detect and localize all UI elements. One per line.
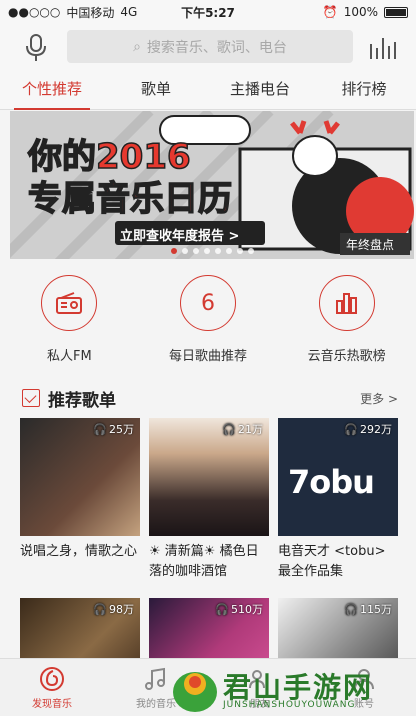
top-bar: ⌕ 搜索音乐、歌词、电台 (0, 24, 416, 70)
playlist-card[interactable]: 🎧 25万 说唱之身，情歌之心 (20, 418, 140, 582)
now-playing-icon[interactable] (368, 36, 396, 60)
microphone-icon[interactable] (22, 32, 50, 64)
battery-icon (384, 6, 408, 18)
playlist-cover: 🎧 21万 (149, 418, 269, 536)
daily-songs-entry[interactable]: 6 每日歌曲推荐 (139, 260, 278, 370)
checklist-icon (22, 389, 40, 407)
private-fm-entry[interactable]: 私人FM (0, 260, 139, 370)
headphones-icon: 🎧 (344, 422, 358, 436)
playlist-title: 说唱之身，情歌之心 (20, 544, 138, 559)
banner-title-2: 专属音乐日历 (27, 178, 233, 220)
search-input[interactable]: ⌕ 搜索音乐、歌词、电台 (67, 30, 353, 63)
netease-logo-icon (40, 666, 64, 691)
network-label: 4G (120, 5, 138, 19)
quick-label: 云音乐热歌榜 (307, 349, 386, 364)
tab-bar: 个性推荐 歌单 主播电台 排行榜 (0, 70, 416, 110)
playlist-cover: 🎧 292万 7obu (278, 418, 398, 536)
nav-label: 发现音乐 (32, 698, 72, 710)
battery-percent: 100% (343, 5, 378, 19)
headphones-icon: 🎧 (222, 422, 236, 436)
play-count: 🎧 25万 (93, 422, 134, 437)
tab-radio[interactable]: 主播电台 (208, 70, 312, 109)
play-count: 🎧 21万 (222, 422, 263, 437)
section-header: 推荐歌单 更多 > (0, 382, 416, 414)
banner-pager[interactable] (10, 248, 414, 254)
chart-bars-icon (318, 275, 375, 331)
quick-entries: 私人FM 6 每日歌曲推荐 云音乐热歌榜 (0, 260, 416, 370)
status-bar: ●●○○○ 中国移动 4G 下午5:27 ⏰ 100% (0, 0, 416, 24)
quick-label: 私人FM (46, 349, 92, 364)
hot-chart-entry[interactable]: 云音乐热歌榜 (277, 260, 416, 370)
radio-icon (41, 275, 98, 331)
watermark: 君山手游网 JUNSHANSHOUYOUWANG (165, 662, 415, 716)
signal-icon: ●●○○○ (8, 5, 61, 19)
playlist-card[interactable]: 🎧 292万 7obu 电音天才 <tobu> 最全作品集 (278, 418, 398, 582)
headphones-icon: 🎧 (93, 422, 107, 436)
banner[interactable]: 你的2016 专属音乐日历 立即查收年度报告 > 年终盘点 (10, 111, 414, 259)
carrier-label: 中国移动 (66, 5, 115, 20)
search-placeholder: 搜索音乐、歌词、电台 (146, 39, 287, 56)
search-icon: ⌕ (133, 38, 141, 55)
play-count: 🎧 510万 (215, 602, 263, 617)
play-count: 🎧 292万 (344, 422, 392, 437)
playlist-title: 电音天才 <tobu> 最全作品集 (278, 544, 386, 579)
calendar-icon: 6 (180, 275, 236, 331)
play-count: 🎧 98万 (93, 602, 134, 617)
headphones-icon: 🎧 (215, 602, 229, 616)
tab-recommend[interactable]: 个性推荐 (0, 70, 104, 110)
tab-charts[interactable]: 排行榜 (312, 70, 416, 109)
banner-cta[interactable]: 立即查收年度报告 > (120, 225, 239, 244)
more-link[interactable]: 更多 > (360, 390, 398, 407)
headphones-icon: 🎧 (93, 602, 107, 616)
alarm-icon: ⏰ (322, 5, 338, 19)
tab-playlists[interactable]: 歌单 (104, 70, 208, 109)
headphones-icon: 🎧 (344, 602, 358, 616)
section-title: 推荐歌单 (48, 390, 116, 411)
watermark-site: JUNSHANSHOUYOUWANG (223, 700, 356, 710)
quick-label: 每日歌曲推荐 (169, 349, 248, 364)
nav-discover[interactable]: 发现音乐 (0, 659, 104, 716)
playlist-card[interactable]: 🎧 21万 ☀ 清新篇☀ 橘色日落的咖啡酒馆 (149, 418, 269, 582)
play-count: 🎧 115万 (344, 602, 392, 617)
playlist-title: ☀ 清新篇☀ 橘色日落的咖啡酒馆 (149, 544, 259, 579)
tobu-logo: 7obu (288, 463, 375, 501)
watermark-logo (173, 672, 217, 712)
playlist-cover: 🎧 25万 (20, 418, 140, 536)
